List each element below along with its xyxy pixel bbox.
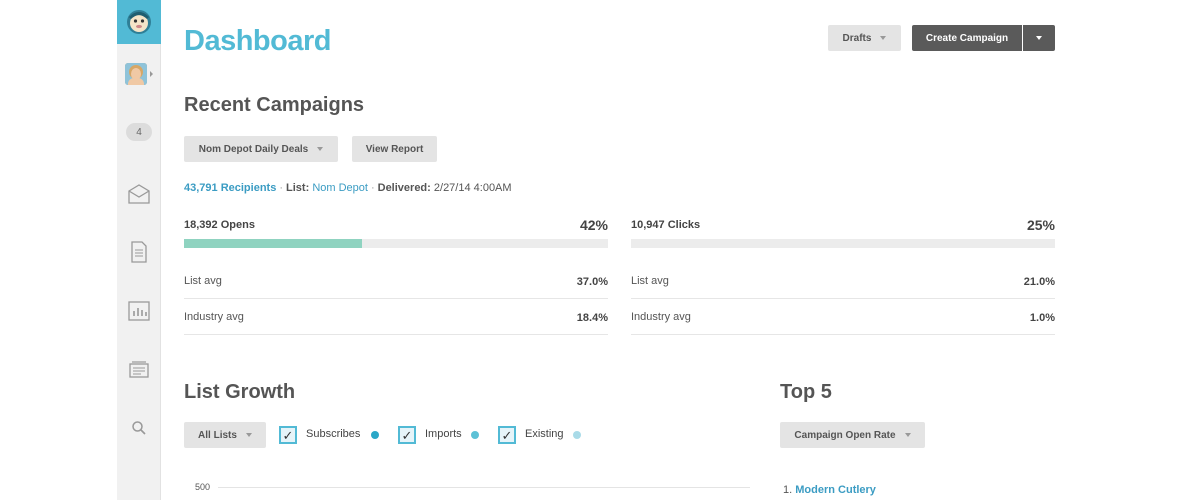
delivered-label: Delivered: [377, 182, 431, 194]
chevron-down-icon [880, 36, 887, 40]
existing-label: Existing [525, 428, 564, 440]
divider [184, 334, 608, 335]
document-icon [131, 241, 147, 263]
divider [631, 298, 1055, 299]
opens-list-avg-label: List avg [184, 275, 222, 287]
existing-legend-dot [573, 431, 581, 439]
nav-reports[interactable] [117, 299, 161, 323]
create-campaign-button[interactable]: Create Campaign [912, 25, 1022, 51]
opens-progress-fill [184, 239, 363, 248]
imports-checkbox[interactable]: ✓ [398, 426, 416, 444]
list-select[interactable]: All Lists [184, 422, 266, 448]
nav-templates[interactable] [117, 240, 161, 264]
opens-industry-avg-label: Industry avg [184, 311, 244, 323]
clicks-list-avg-label: List avg [631, 275, 669, 287]
delivered-value: 2/27/14 4:00AM [433, 182, 512, 194]
nav-autoresponders[interactable] [117, 358, 161, 382]
clicks-progress-bar [631, 239, 1055, 248]
top5-campaign-link[interactable]: Modern Cutlery [795, 484, 876, 496]
chevron-down-icon [245, 433, 252, 437]
clicks-industry-avg-label: Industry avg [631, 311, 691, 323]
list-select-value: All Lists [198, 429, 237, 441]
create-campaign-menu-button[interactable] [1023, 25, 1055, 51]
subscribes-label: Subscribes [306, 428, 361, 440]
app-sidebar: 4 [117, 0, 161, 500]
list-item: 1. Modern Cutlery [783, 484, 876, 496]
drafts-dropdown[interactable]: Drafts [828, 25, 901, 51]
view-report-button[interactable]: View Report [352, 136, 437, 162]
opens-progress-bar [184, 239, 608, 248]
imports-legend-dot [471, 431, 479, 439]
recipients-link[interactable]: 43,791 Recipients [184, 182, 276, 194]
clicks-list-avg-value: 21.0% [1023, 276, 1055, 288]
drafts-label: Drafts [842, 32, 872, 44]
checkmark-icon: ✓ [282, 427, 294, 443]
top5-metric-select[interactable]: Campaign Open Rate [780, 422, 925, 448]
chevron-down-icon [904, 433, 911, 437]
top5-metric-value: Campaign Open Rate [794, 429, 896, 441]
top5-heading: Top 5 [780, 381, 832, 403]
envelope-icon [128, 184, 150, 204]
clicks-count: 10,947 Clicks [631, 219, 701, 231]
existing-checkbox[interactable]: ✓ [498, 426, 516, 444]
nav-search[interactable] [117, 418, 161, 438]
bar-chart-icon [128, 301, 150, 321]
list-label: List: [286, 182, 310, 194]
stacked-cards-icon [129, 361, 149, 378]
imports-label: Imports [425, 428, 462, 440]
top5-rank: 1. [783, 484, 793, 496]
opens-industry-avg-value: 18.4% [576, 312, 608, 324]
notification-count: 4 [126, 123, 152, 141]
checkmark-icon: ✓ [401, 427, 413, 443]
recent-campaigns-heading: Recent Campaigns [184, 94, 365, 116]
subscribes-checkbox[interactable]: ✓ [279, 426, 297, 444]
chevron-right-icon [150, 71, 153, 77]
clicks-percent: 25% [1026, 217, 1055, 233]
chart-gridline [218, 487, 750, 488]
list-growth-heading: List Growth [184, 381, 296, 403]
opens-list-avg-value: 37.0% [576, 276, 608, 288]
subscribes-legend-dot [371, 431, 379, 439]
list-link[interactable]: Nom Depot [312, 182, 368, 194]
divider [184, 298, 608, 299]
campaign-select-value: Nom Depot Daily Deals [198, 143, 309, 155]
divider [631, 334, 1055, 335]
y-axis-tick-500: 500 [195, 482, 211, 492]
clicks-industry-avg-value: 1.0% [1029, 312, 1055, 324]
search-icon [132, 421, 146, 435]
mailchimp-logo-icon[interactable] [117, 0, 161, 44]
campaign-meta: 43,791 Recipients · List: Nom Depot · Delive… [184, 182, 512, 194]
notifications-badge[interactable]: 4 [117, 123, 161, 141]
avatar [125, 63, 147, 85]
nav-campaigns[interactable] [117, 182, 161, 206]
page-title: Dashboard [184, 25, 331, 57]
opens-count: 18,392 Opens [184, 219, 255, 231]
opens-percent: 42% [579, 217, 608, 233]
chevron-down-icon [317, 147, 324, 151]
user-avatar-menu[interactable] [117, 62, 161, 86]
checkmark-icon: ✓ [501, 427, 513, 443]
campaign-select[interactable]: Nom Depot Daily Deals [184, 136, 338, 162]
chevron-down-icon [1036, 36, 1042, 40]
